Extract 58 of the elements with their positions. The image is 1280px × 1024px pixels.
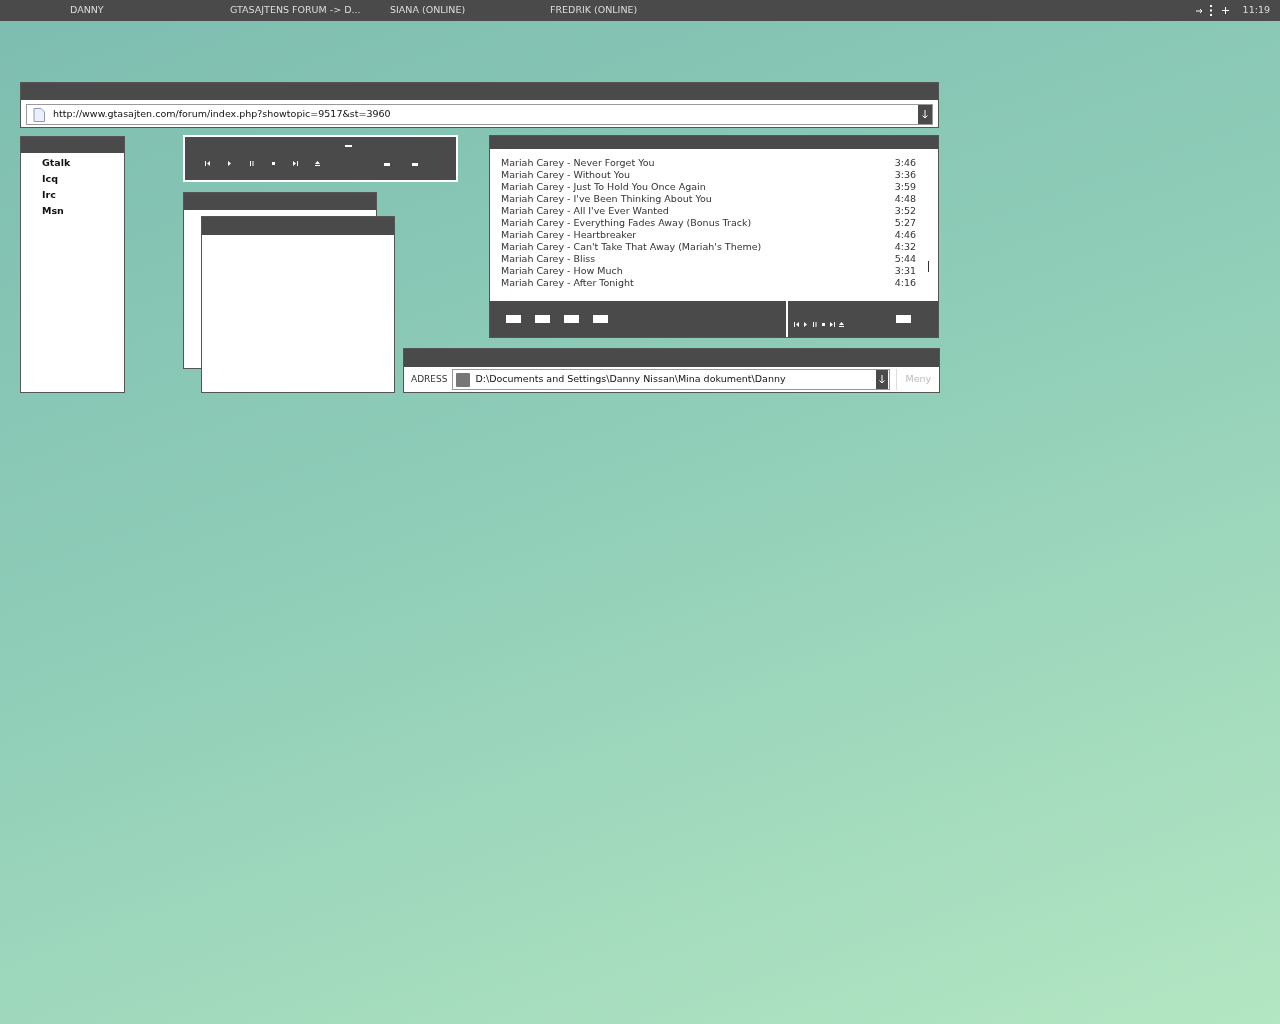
contact-service[interactable]: Msn bbox=[42, 205, 64, 217]
url-field[interactable]: http://www.gtasajten.com/forum/index.php?showtopic=9517&st=3960 bbox=[26, 104, 933, 125]
plus-icon[interactable] bbox=[1221, 7, 1229, 14]
track-title[interactable]: Mariah Carey - Bliss bbox=[501, 253, 596, 265]
track-duration: 4:48 bbox=[894, 193, 916, 205]
eject-icon[interactable] bbox=[315, 161, 320, 166]
toggle-button[interactable] bbox=[384, 163, 390, 166]
pause-icon[interactable] bbox=[249, 161, 254, 166]
track-duration: 3:59 bbox=[894, 181, 916, 193]
play-icon[interactable] bbox=[227, 161, 232, 166]
clock: 11:19 bbox=[1242, 3, 1270, 18]
address-label: ADRESS bbox=[411, 372, 448, 386]
track-title[interactable]: Mariah Carey - I've Been Thinking About You bbox=[501, 193, 712, 205]
track-title[interactable]: Mariah Carey - How Much bbox=[501, 265, 623, 277]
toggle-button[interactable] bbox=[896, 315, 911, 323]
track-duration: 4:16 bbox=[894, 277, 916, 289]
taskbar-item[interactable]: FREDRIK (ONLINE) bbox=[550, 3, 710, 18]
track-title[interactable]: Mariah Carey - Just To Hold You Once Again bbox=[501, 181, 706, 193]
previous-icon[interactable] bbox=[205, 161, 210, 166]
track-duration: 5:44 bbox=[894, 253, 916, 265]
next-icon[interactable] bbox=[293, 161, 298, 166]
track-duration: 3:31 bbox=[894, 265, 916, 277]
page-icon bbox=[33, 107, 45, 122]
track-title[interactable]: Mariah Carey - Heartbreaker bbox=[501, 229, 637, 241]
address-text: D:\Documents and Settings\Danny Nissan\Mina dokument\Danny bbox=[475, 372, 786, 387]
track-title[interactable]: Mariah Carey - All I've Ever Wanted bbox=[501, 205, 669, 217]
scrollbar-thumb[interactable] bbox=[928, 261, 929, 272]
track-duration: 5:27 bbox=[894, 217, 916, 229]
minimize-icon[interactable] bbox=[345, 145, 352, 148]
track-title[interactable]: Mariah Carey - Everything Fades Away (Bonus Track) bbox=[501, 217, 752, 229]
eject-icon[interactable] bbox=[839, 322, 844, 327]
taskbar-item[interactable]: GTASAJTENS FORUM -> D... bbox=[230, 3, 390, 18]
taskbar-item[interactable]: DANNY bbox=[70, 3, 230, 18]
track-duration: 4:46 bbox=[894, 229, 916, 241]
track-duration: 3:52 bbox=[894, 205, 916, 217]
track-duration: 3:46 bbox=[894, 157, 916, 169]
stop-icon[interactable] bbox=[271, 161, 276, 166]
arrow-icon[interactable] bbox=[1195, 7, 1204, 14]
dots-icon[interactable] bbox=[1209, 5, 1212, 16]
toggle-button[interactable] bbox=[412, 163, 418, 166]
track-title[interactable]: Mariah Carey - Without You bbox=[501, 169, 631, 181]
previous-icon[interactable] bbox=[794, 322, 799, 327]
taskbar-item[interactable]: SIANA (ONLINE) bbox=[390, 3, 550, 18]
next-icon[interactable] bbox=[830, 322, 835, 327]
contact-service[interactable]: Gtalk bbox=[42, 157, 71, 169]
contact-service[interactable]: Irc bbox=[42, 189, 56, 201]
play-icon[interactable] bbox=[803, 322, 808, 327]
track-title[interactable]: Mariah Carey - Can't Take That Away (Mariah's Theme) bbox=[501, 241, 762, 253]
stop-icon[interactable] bbox=[821, 322, 826, 327]
url-text: http://www.gtasajten.com/forum/index.php?showtopic=9517&st=3960 bbox=[53, 107, 391, 122]
track-title[interactable]: Mariah Carey - Never Forget You bbox=[501, 157, 655, 169]
track-duration: 4:32 bbox=[894, 241, 916, 253]
address-field[interactable]: D:\Documents and Settings\Danny Nissan\Mina dokument\Danny bbox=[452, 369, 891, 390]
pause-icon[interactable] bbox=[812, 322, 817, 327]
contact-service[interactable]: Icq bbox=[42, 173, 58, 185]
track-duration: 3:36 bbox=[894, 169, 916, 181]
folder-icon bbox=[456, 372, 471, 387]
track-title[interactable]: Mariah Carey - After Tonight bbox=[501, 277, 634, 289]
